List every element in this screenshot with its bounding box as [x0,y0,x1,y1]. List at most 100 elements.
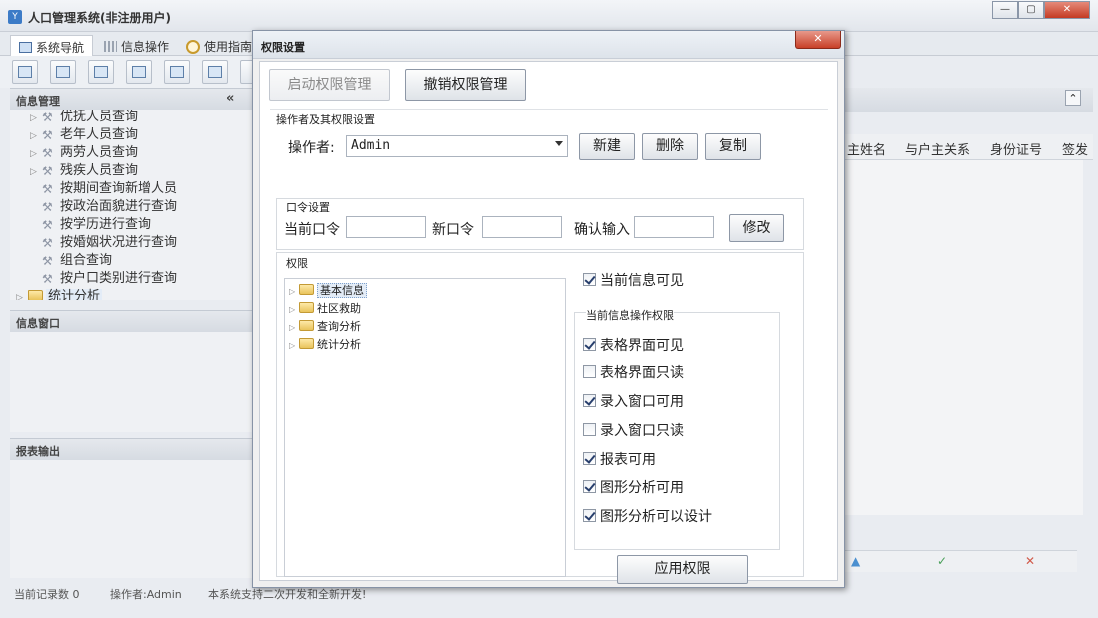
users-tool-button[interactable] [126,60,152,84]
modify-password-button[interactable]: 修改 [729,214,784,242]
expand-arrow-icon: ▷ [289,305,296,314]
collapse-icon[interactable]: ⌃ [1065,90,1081,106]
op-checkbox-entry-enabled[interactable]: 录入窗口可用 [583,391,684,411]
export-tool-button[interactable] [202,60,228,84]
folder-icon [299,320,314,331]
chevron-down-icon [555,141,563,146]
tree-item[interactable]: ▷ ⚒ 残疾人员查询 [30,159,138,178]
copy-operator-button[interactable]: 复制 [705,133,761,160]
column-header[interactable]: 主姓名 [847,139,886,158]
tree-item[interactable]: ⚒ 按期间查询新增人员 [42,177,177,196]
perm-tree-item-basic-info[interactable]: ▷ 基本信息 [289,282,367,298]
confirm-password-input[interactable] [634,216,714,238]
tab-user-guide[interactable]: 使用指南 [178,35,260,56]
tree-item[interactable]: ▷ ⚒ 两劳人员查询 [30,141,138,160]
dialog-close-button[interactable]: ✕ [795,31,841,49]
expand-arrow-icon: ▷ [30,113,37,123]
permission-tree[interactable]: ▷ 基本信息 ▷ 社区救助 ▷ 查询分析 ▷ 统计分析 [284,278,566,577]
document-icon [94,66,108,78]
tree-item[interactable]: ▷ ⚒ 优抚人员查询 [30,110,138,124]
checkbox-box [583,452,596,465]
search-tool-button[interactable] [12,60,38,84]
new-password-label: 新口令 [432,222,474,238]
current-password-label: 当前口令 [284,222,340,238]
tree-item[interactable]: ⚒ 组合查询 [42,249,112,268]
tools-icon: ⚒ [42,110,53,124]
tree-item[interactable]: ⚒ 按婚姻状况进行查询 [42,231,177,250]
checkbox-box [583,273,596,286]
main-titlebar: Y 人口管理系统(非注册用户) — ▢ ✕ [0,0,1098,32]
permission-group-title: 权限 [286,255,308,271]
expand-arrow-icon: ▷ [30,149,37,159]
delete-operator-button[interactable]: 删除 [642,133,698,160]
maximize-button[interactable]: ▢ [1018,1,1044,19]
document-tool-button[interactable] [88,60,114,84]
op-checkbox-table-visible[interactable]: 表格界面可见 [583,335,684,355]
perm-tree-item-stats-analysis[interactable]: ▷ 统计分析 [289,336,361,352]
minimize-button[interactable]: — [992,1,1018,19]
list-icon [56,66,70,78]
tree-item[interactable]: ⚒ 按政治面貌进行查询 [42,195,177,214]
folder-icon [299,338,314,349]
revoke-permission-button[interactable]: 撤销权限管理 [405,69,526,101]
tools-icon: ⚒ [42,272,53,286]
window-tool-button[interactable] [164,60,190,84]
app-logo-icon: Y [8,10,22,24]
tools-icon: ⚒ [42,146,53,160]
op-checkbox-chart-design[interactable]: 图形分析可以设计 [583,506,712,526]
perm-tree-item-community-aid[interactable]: ▷ 社区救助 [289,300,361,316]
current-password-input[interactable] [346,216,426,238]
operator-label: 操作者: [288,140,335,156]
tab-info-ops[interactable]: 信息操作 [96,35,177,56]
collapse-icon[interactable]: « [226,91,234,106]
perm-tree-item-query-analysis[interactable]: ▷ 查询分析 [289,318,361,334]
dialog-content: 启动权限管理 撤销权限管理 操作者及其权限设置 操作者: Admin 新建 删除… [259,61,838,584]
new-operator-button[interactable]: 新建 [579,133,635,160]
column-header[interactable]: 与户主关系 [905,139,970,158]
status-operator: 操作者:Admin [110,588,182,601]
record-count: 当前记录数 0 [14,588,80,601]
close-button[interactable]: ✕ [1044,1,1090,19]
tools-icon: ⚒ [42,182,53,196]
status-note: 本系统支持二次开发和全新开发! [208,588,367,601]
clock-icon [186,40,200,54]
list-tool-button[interactable] [50,60,76,84]
tree-item-stats[interactable]: ▷ 统计分析 [16,285,103,300]
expand-arrow-icon: ▷ [289,287,296,296]
tree-item[interactable]: ▷ ⚒ 老年人员查询 [30,123,138,142]
new-password-input[interactable] [482,216,562,238]
apply-permission-button[interactable]: 应用权限 [617,555,748,584]
grid-icon [104,41,117,52]
expand-arrow-icon: ▷ [289,341,296,350]
info-window-panel [10,332,255,432]
table-panel-header: ⌃ [845,88,1093,112]
export-icon [208,66,222,78]
op-checkbox-table-readonly[interactable]: 表格界面只读 [583,362,684,382]
op-checkbox-report-enabled[interactable]: 报表可用 [583,449,656,469]
current-info-visible-checkbox[interactable]: 当前信息可见 [583,270,684,290]
tree-item[interactable]: ⚒ 按学历进行查询 [42,213,151,232]
tools-icon: ⚒ [42,218,53,232]
tools-icon: ⚒ [42,128,53,142]
tab-system-nav[interactable]: 系统导航 [10,35,94,56]
column-header[interactable]: 签发 [1062,139,1088,158]
password-group-title: 口令设置 [286,199,330,215]
op-checkbox-entry-readonly[interactable]: 录入窗口只读 [583,420,684,440]
cancel-icon[interactable]: ✕ [1025,554,1035,568]
confirm-password-label: 确认输入 [574,222,630,238]
divider [270,109,828,110]
up-icon[interactable]: ▲ [851,554,860,568]
data-table-panel: ⌃ 主姓名 与户主关系 身份证号 签发 ▲ ✓ ✕ [845,88,1098,583]
tools-icon: ⚒ [42,236,53,250]
expand-arrow-icon: ▷ [30,131,37,141]
folder-icon [299,284,314,295]
operator-select[interactable]: Admin [346,135,568,157]
enable-permission-button[interactable]: 启动权限管理 [269,69,390,101]
op-checkbox-chart-enabled[interactable]: 图形分析可用 [583,477,684,497]
monitor-icon [19,42,32,53]
column-header[interactable]: 身份证号 [990,139,1042,158]
tree-item[interactable]: ⚒ 按户口类别进行查询 [42,267,177,286]
folder-icon [299,302,314,313]
expand-arrow-icon: ▷ [16,293,23,300]
check-icon[interactable]: ✓ [937,554,947,568]
